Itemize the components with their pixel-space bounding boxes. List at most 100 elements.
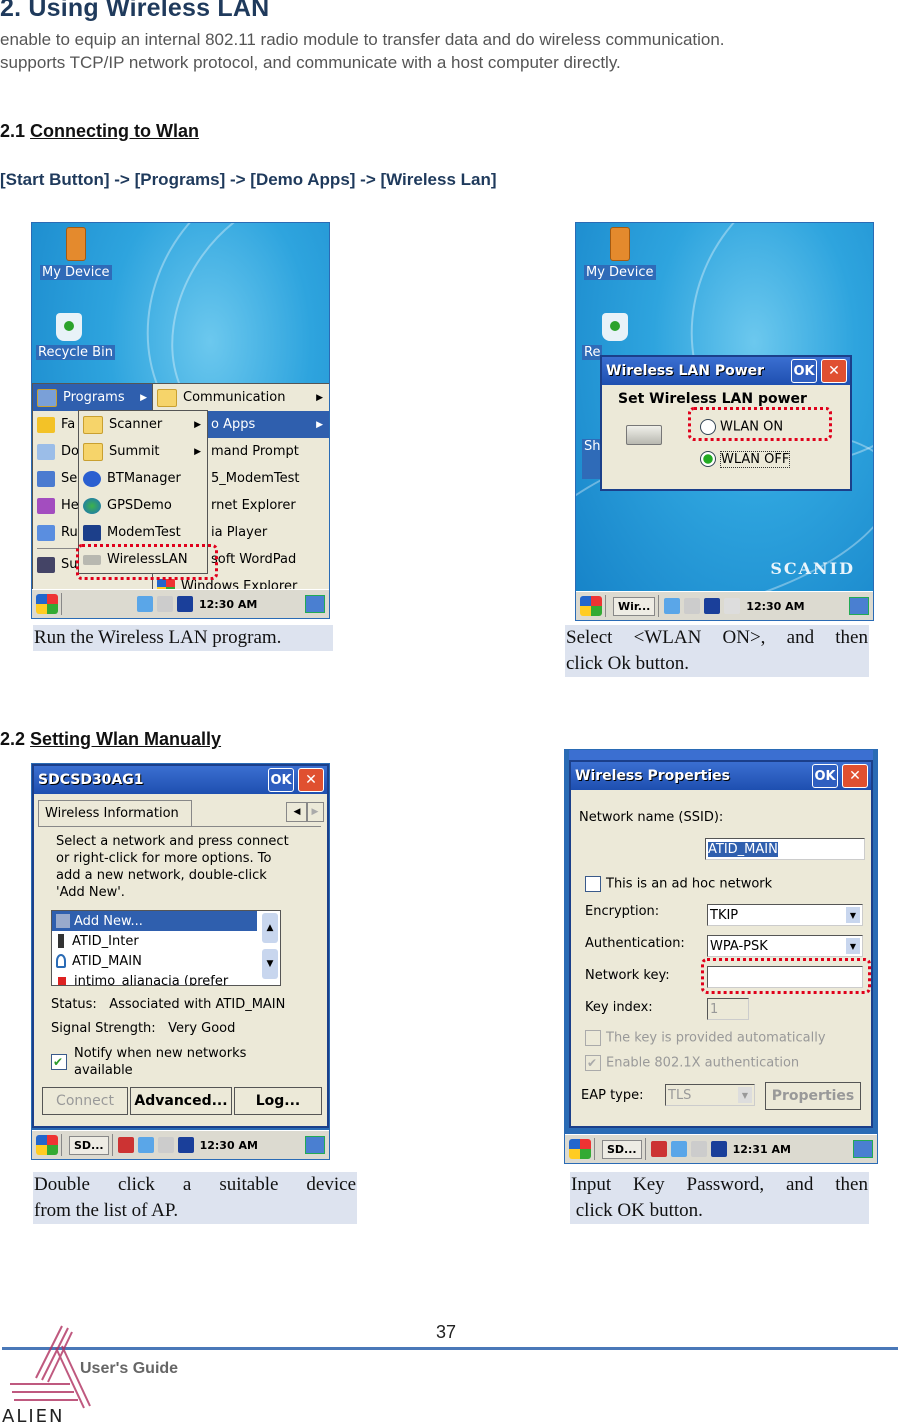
start-button-icon[interactable] [580,596,602,616]
menu-label: Communication [183,390,286,405]
key-index-value: 1 [710,1001,719,1017]
wireless-properties-dialog: Wireless Properties OK ✕ Network name (S… [569,760,873,1128]
clock[interactable]: 12:30 AM [200,1139,258,1152]
scroll-down-icon[interactable]: ▼ [262,949,278,979]
power-plug-icon[interactable] [724,598,741,614]
access-point-icon [58,934,64,948]
desktop-icon-my-device[interactable]: My Device [584,227,656,280]
instruction-line: or right-click for more options. To [56,851,272,866]
start-button-icon[interactable] [569,1139,591,1159]
connected-ap-icon [56,954,66,968]
network-list-item[interactable]: intimo_alianacia (prefer [52,971,280,985]
menu-label: 5_ModemTest [211,471,300,486]
desktop-switch-icon[interactable] [305,595,325,613]
network-disconnected-icon[interactable] [117,1137,134,1153]
tab-scroll-right-icon[interactable]: ▶ [306,802,324,822]
enable-8021x-row[interactable]: Enable 802.1X authentication [585,1055,799,1071]
logo-text: ALIEN [2,1406,65,1424]
icon-label: My Device [40,265,112,280]
start-button-icon[interactable] [36,1135,58,1155]
demo-item-btmanager[interactable]: BTManager [79,465,207,492]
enable-8021x-checkbox[interactable] [585,1055,601,1071]
network-list[interactable]: Add New... ATID_Inter ATID_MAIN intimo_a… [51,910,281,986]
authentication-select[interactable]: WPA-PSK ▼ [707,935,863,957]
demo-item-scanner[interactable]: Scanner ▶ [79,411,207,438]
caption-input-key-line1: Input Key Password, and then [570,1172,869,1198]
start-menu-programs[interactable]: Programs ▶ [33,384,153,411]
key-index-input[interactable]: 1 [707,998,749,1020]
ok-button[interactable]: OK [268,768,294,792]
adhoc-checkbox[interactable] [585,876,601,892]
network-icon[interactable] [137,596,153,612]
log-button[interactable]: Log... [234,1087,322,1115]
demo-item-gpsdemo[interactable]: GPSDemo [79,492,207,519]
instruction-line: Select a network and press connect [56,834,289,849]
input-icon[interactable] [704,598,721,614]
globe-icon [83,497,101,514]
desktop-switch-icon[interactable] [853,1140,873,1158]
clock[interactable]: 12:31 AM [733,1143,791,1156]
scroll-up-icon[interactable]: ▲ [262,913,278,943]
network-disconnected-icon[interactable] [650,1141,667,1157]
clock[interactable]: 12:30 AM [199,598,257,611]
taskbar-task-button[interactable]: Wir... [613,596,656,616]
desktop-icon-my-device[interactable]: My Device [40,227,112,280]
keyboard-icon[interactable] [157,596,173,612]
desktop-icon-recycle-bin[interactable]: Recycle Bin [36,313,115,360]
highlight-wlan-on [688,407,832,441]
clock[interactable]: 12:30 AM [746,600,804,613]
tab-scroll-left-icon[interactable]: ◀ [286,802,308,822]
demo-item-modemtest[interactable]: ModemTest [79,519,207,546]
close-button[interactable]: ✕ [298,768,324,792]
desktop-icon-recycle-bin[interactable]: Re [582,313,628,360]
network-icon[interactable] [137,1137,154,1153]
radio-wlan-off[interactable]: WLAN OFF [700,450,791,468]
keyboard-icon[interactable] [157,1137,174,1153]
demo-item-summit[interactable]: Summit ▶ [79,438,207,465]
adhoc-row[interactable]: This is an ad hoc network [585,876,772,892]
settings-icon [37,470,55,487]
encryption-select[interactable]: TKIP ▼ [707,904,863,926]
close-button[interactable]: ✕ [821,359,847,383]
help-book-icon [37,497,55,514]
modem-icon [83,524,101,541]
network-list-item[interactable]: ATID_Inter [52,931,280,951]
input-icon[interactable] [710,1141,727,1157]
bluetooth-icon [83,470,101,487]
ok-button[interactable]: OK [812,764,838,788]
network-list-item[interactable]: Add New... [52,911,257,931]
desktop-switch-icon[interactable] [849,597,869,615]
keyboard-icon[interactable] [684,598,701,614]
checkbox[interactable] [51,1054,67,1070]
desktop-switch-icon[interactable] [305,1136,325,1154]
section-number: 2.1 [0,121,26,141]
chevron-down-icon[interactable]: ▼ [738,1087,752,1103]
chevron-down-icon[interactable]: ▼ [846,938,860,954]
eap-type-select[interactable]: TLS ▼ [665,1084,755,1106]
ssid-input[interactable]: ATID_MAIN [705,838,865,860]
keyboard-icon[interactable] [690,1141,707,1157]
taskbar-task-button[interactable]: SD... [69,1135,109,1155]
signal-label: Signal Strength: [51,1021,156,1036]
network-icon[interactable] [664,598,681,614]
advanced-button[interactable]: Advanced... [130,1087,232,1115]
programs-item-communication[interactable]: Communication ▶ [153,384,329,411]
input-icon[interactable] [177,596,193,612]
radio-button[interactable] [700,451,716,467]
input-icon[interactable] [177,1137,194,1153]
dialog-titlebar: Wireless LAN Power OK ✕ [602,357,850,385]
tab-wireless-information[interactable]: Wireless Information [38,800,192,826]
auto-key-checkbox[interactable] [585,1030,601,1046]
submenu-arrow-icon: ▶ [140,392,147,403]
properties-button[interactable]: Properties [765,1082,861,1110]
network-list-item[interactable]: ATID_MAIN [52,951,280,971]
close-button[interactable]: ✕ [842,764,868,788]
folder-icon [157,388,177,407]
chevron-down-icon[interactable]: ▼ [846,907,860,923]
start-button-icon[interactable] [36,594,58,614]
ok-button[interactable]: OK [791,359,817,383]
taskbar-task-button[interactable]: SD... [602,1139,642,1159]
auto-key-row[interactable]: The key is provided automatically [585,1030,826,1046]
connect-button[interactable]: Connect [42,1087,128,1115]
network-icon[interactable] [670,1141,687,1157]
